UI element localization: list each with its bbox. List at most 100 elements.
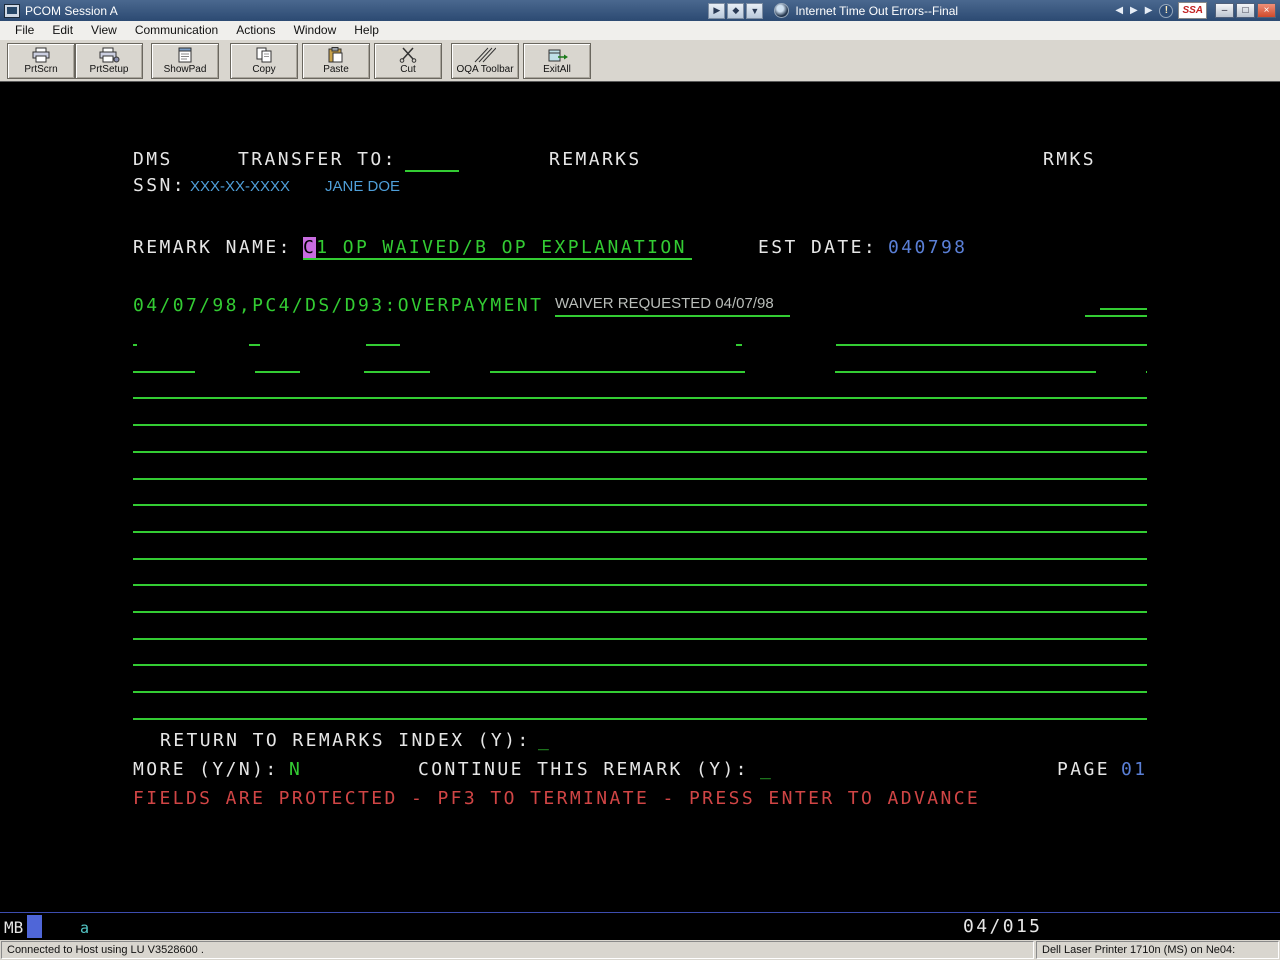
- remark-line-1: 04/07/98,PC4/DS/D93:OVERPAYMENT: [133, 296, 543, 316]
- remark-line-underline[interactable]: [1085, 315, 1147, 317]
- forward-icon[interactable]: ▶: [1130, 6, 1138, 16]
- menu-edit[interactable]: Edit: [43, 22, 82, 39]
- more-value[interactable]: N: [289, 760, 302, 780]
- printer-setup-icon: [98, 47, 120, 63]
- redaction-box: [742, 338, 836, 350]
- menu-view[interactable]: View: [82, 22, 126, 39]
- quick-launch: ▶ ◆ ▼: [708, 3, 763, 19]
- menu-communication[interactable]: Communication: [126, 22, 227, 39]
- titlebar-right: ▶ ◆ ▼ Internet Time Out Errors--Final ◀ …: [708, 0, 1276, 21]
- exitall-button[interactable]: ExitAll: [523, 43, 591, 79]
- protected-fields-message: FIELDS ARE PROTECTED - PF3 TO TERMINATE …: [133, 789, 980, 809]
- restore-button[interactable]: □: [1236, 3, 1255, 18]
- remark-line-underline[interactable]: [1100, 308, 1147, 310]
- printer-icon: [30, 47, 52, 63]
- quick-launch-play-icon[interactable]: ▶: [708, 3, 725, 19]
- more-label: MORE (Y/N):: [133, 760, 279, 780]
- remark-line-underline[interactable]: [555, 315, 790, 317]
- remark-name-field[interactable]: C1 OP WAIVED/B OP EXPLANATION: [303, 238, 692, 260]
- operator-info-area: MB a 04/015: [0, 912, 1280, 940]
- remark-blank-line[interactable]: [133, 584, 1147, 586]
- remark-blank-line[interactable]: [133, 424, 1147, 426]
- text-cursor: C: [303, 237, 316, 258]
- redaction-box: [1096, 365, 1146, 376]
- paste-icon: [325, 47, 347, 63]
- remark-blank-line[interactable]: [133, 611, 1147, 613]
- transfer-to-field[interactable]: [405, 150, 459, 172]
- redaction-box: [260, 338, 366, 350]
- remark-blank-line[interactable]: [133, 638, 1147, 640]
- prtsetup-button[interactable]: PrtSetup: [75, 43, 143, 79]
- scissors-icon: [397, 47, 419, 63]
- page-label: PAGE: [1057, 760, 1110, 780]
- paste-button[interactable]: Paste: [302, 43, 370, 79]
- est-date-label: EST DATE:: [758, 238, 877, 258]
- showpad-button[interactable]: ShowPad: [151, 43, 219, 79]
- nav-controls: ◀ ▶ ▶ !: [1115, 4, 1173, 18]
- menu-actions[interactable]: Actions: [227, 22, 284, 39]
- prtscrn-button[interactable]: PrtScrn: [7, 43, 75, 79]
- window-controls: – □ ×: [1215, 3, 1276, 18]
- quick-launch-diamond-icon[interactable]: ◆: [727, 3, 744, 19]
- redaction-box: [195, 365, 255, 376]
- window-title: PCOM Session A: [25, 4, 118, 18]
- ssa-logo: SSA: [1178, 2, 1207, 19]
- continue-remark-label: CONTINUE THIS REMARK (Y):: [418, 760, 749, 780]
- remark-blank-line[interactable]: [133, 718, 1147, 720]
- close-button[interactable]: ×: [1257, 3, 1276, 18]
- remark-name-label: REMARK NAME:: [133, 238, 292, 258]
- paste-label: Paste: [323, 64, 349, 75]
- terminal-screen: DMS TRANSFER TO: REMARKS RMKS SSN: XXX-X…: [0, 82, 1280, 912]
- beneficiary-name: JANE DOE: [325, 178, 400, 195]
- printer-status: Dell Laser Printer 1710n (MS) on Ne04:: [1036, 941, 1279, 959]
- titlebar: PCOM Session A ▶ ◆ ▼ Internet Time Out E…: [0, 0, 1280, 21]
- remark-blank-line[interactable]: [133, 531, 1147, 533]
- remark-blank-line[interactable]: [133, 451, 1147, 453]
- oqa-toolbar-button[interactable]: OQA Toolbar: [451, 43, 519, 79]
- oia-cursor-position: 04/015: [963, 916, 1042, 937]
- screen-code: RMKS: [1043, 150, 1096, 170]
- copy-button[interactable]: Copy: [230, 43, 298, 79]
- warning-icon[interactable]: !: [1159, 4, 1173, 18]
- toolbar: PrtScrn PrtSetup ShowPad Copy Paste Cut …: [0, 40, 1280, 82]
- oqa-toolbar-label: OQA Toolbar: [456, 64, 513, 75]
- oia-keyboard-indicator: a: [80, 919, 89, 937]
- app-icon: [4, 4, 20, 18]
- redaction-box: [430, 365, 490, 376]
- connection-status: Connected to Host using LU V3528600 .: [1, 941, 1034, 959]
- remark-name-value: 1 OP WAIVED/B OP EXPLANATION: [316, 237, 687, 258]
- embedded-toolbar: Internet Time Out Errors--Final: [768, 3, 1110, 18]
- cut-button[interactable]: Cut: [374, 43, 442, 79]
- play-icon[interactable]: ▶: [1145, 6, 1153, 16]
- cut-label: Cut: [400, 64, 416, 75]
- prtsetup-label: PrtSetup: [90, 64, 129, 75]
- remark-blank-line[interactable]: [133, 691, 1147, 693]
- remark-blank-line[interactable]: [133, 504, 1147, 506]
- menu-window[interactable]: Window: [285, 22, 346, 39]
- quick-launch-dropdown-icon[interactable]: ▼: [746, 3, 763, 19]
- ssn-value: XXX-XX-XXXX: [190, 178, 290, 195]
- remark-blank-line[interactable]: [133, 558, 1147, 560]
- redaction-box: [300, 365, 364, 376]
- menu-file[interactable]: File: [6, 22, 43, 39]
- notepad-icon: [174, 47, 196, 63]
- return-to-index-label: RETURN TO REMARKS INDEX (Y):: [160, 731, 531, 751]
- return-to-index-input[interactable]: _: [538, 731, 551, 751]
- remark-blank-line[interactable]: [133, 371, 1147, 373]
- remark-blank-line[interactable]: [133, 664, 1147, 666]
- menubar: File Edit View Communication Actions Win…: [0, 21, 1280, 40]
- redaction-box: [137, 338, 249, 350]
- menu-help[interactable]: Help: [345, 22, 388, 39]
- remark-blank-line[interactable]: [133, 478, 1147, 480]
- minimize-button[interactable]: –: [1215, 3, 1234, 18]
- page-value: 01: [1121, 760, 1147, 780]
- est-date-value: 040798: [888, 238, 967, 258]
- remark-blank-line[interactable]: [133, 397, 1147, 399]
- session-icon: [774, 3, 789, 18]
- redaction-box: [745, 365, 835, 376]
- oia-cursor-block: [27, 915, 42, 938]
- back-icon[interactable]: ◀: [1115, 6, 1123, 16]
- transfer-to-label: TRANSFER TO:: [238, 150, 397, 170]
- copy-icon: [253, 47, 275, 63]
- continue-remark-input[interactable]: _: [760, 760, 773, 780]
